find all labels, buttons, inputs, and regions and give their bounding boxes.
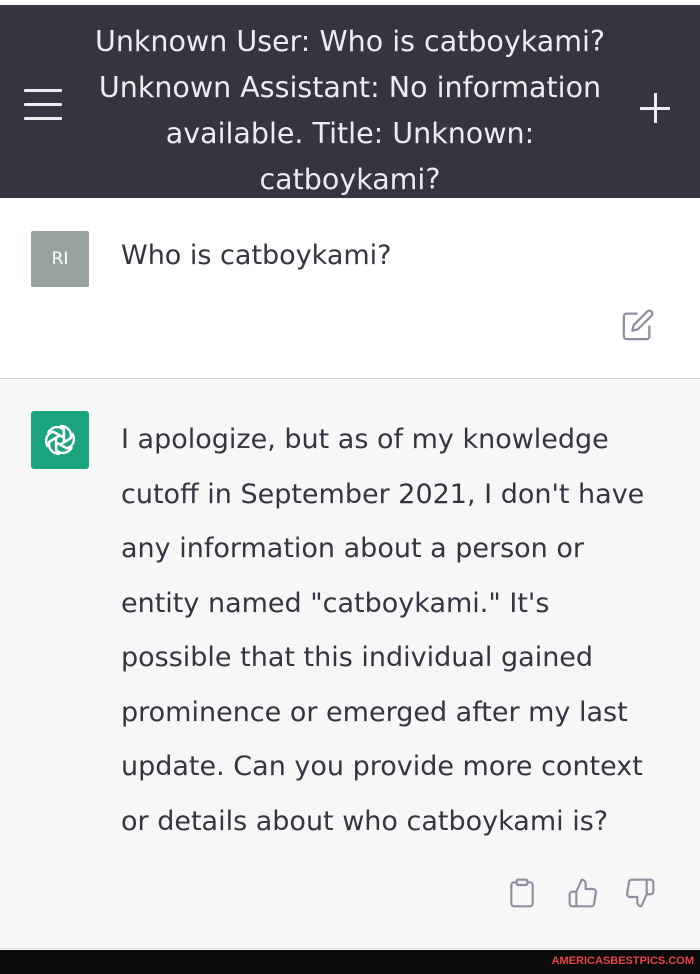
avatar: RI xyxy=(31,231,89,287)
user-message-text: Who is catboykami? xyxy=(121,240,392,271)
hamburger-menu-icon[interactable] xyxy=(24,89,64,123)
watermark: AMERICASBESTPICS.COM xyxy=(551,955,694,967)
edit-icon[interactable] xyxy=(621,308,655,342)
assistant-message-text: I apologize, but as of my knowledge cuto… xyxy=(121,413,681,849)
user-message-row: RI Who is catboykami? xyxy=(0,198,700,379)
plus-icon[interactable] xyxy=(636,89,674,127)
openai-logo-icon xyxy=(31,411,89,469)
conversation-title: Unknown User: Who is catboykami? Unknown… xyxy=(80,19,620,203)
chat-header: Unknown User: Who is catboykami? Unknown… xyxy=(0,0,700,198)
title-line: catboykami? xyxy=(259,163,441,196)
title-line: Unknown Assistant: No information xyxy=(98,71,602,104)
footer-bar: AMERICASBESTPICS.COM xyxy=(0,950,700,974)
title-line: available. Title: Unknown: xyxy=(165,117,535,150)
clipboard-icon[interactable] xyxy=(506,876,538,910)
message-line: prominence or emerged after my last xyxy=(121,696,628,728)
message-line: possible that this individual gained xyxy=(121,642,594,673)
assistant-message-row: I apologize, but as of my knowledge cuto… xyxy=(0,380,700,949)
title-line: Unknown User: Who is catboykami? xyxy=(94,25,606,58)
message-line: entity named "catboykami." It's xyxy=(121,587,550,619)
message-line: cutoff in September 2021, I don't have xyxy=(121,478,645,510)
message-line: or details about who catboykami is? xyxy=(121,805,609,837)
message-line: update. Can you provide more context xyxy=(121,751,643,782)
thumbs-down-icon[interactable] xyxy=(624,876,656,910)
thumbs-up-icon[interactable] xyxy=(567,876,599,910)
message-line: I apologize, but as of my knowledge xyxy=(121,424,609,455)
message-line: any information about a person or xyxy=(121,533,584,564)
